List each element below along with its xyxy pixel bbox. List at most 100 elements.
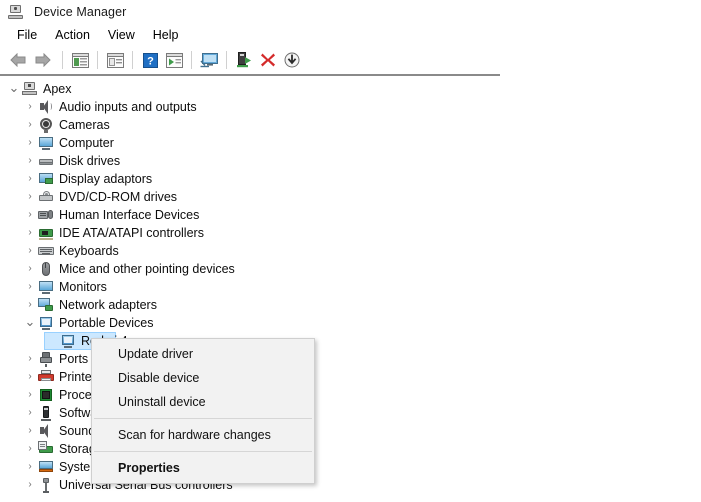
- back-arrow-icon: [9, 53, 25, 67]
- tree-item-label: Network adapters: [59, 297, 157, 312]
- tree-item[interactable]: › Network adapters: [0, 296, 701, 314]
- forward-button[interactable]: [30, 49, 54, 71]
- tree-item[interactable]: ⌄ Apex: [0, 80, 701, 98]
- show-hide-console-tree-button[interactable]: [68, 49, 92, 71]
- chevron-right-icon[interactable]: ›: [22, 261, 38, 277]
- ports-icon: [38, 351, 54, 367]
- tree-item[interactable]: › Mice and other pointing devices: [0, 260, 701, 278]
- chevron-right-icon[interactable]: ›: [22, 297, 38, 313]
- toolbar-separator-5: [226, 51, 227, 69]
- tree-item-label: Cameras: [59, 117, 110, 132]
- tree-item[interactable]: › Human Interface Devices: [0, 206, 701, 224]
- context-menu-item-update-driver[interactable]: Update driver: [92, 342, 314, 366]
- tree-item-label: Audio inputs and outputs: [59, 99, 197, 114]
- chevron-right-icon[interactable]: ›: [22, 225, 38, 241]
- tree-item-label: Computer: [59, 135, 114, 150]
- chevron-right-icon[interactable]: ›: [22, 153, 38, 169]
- chevron-right-icon[interactable]: ›: [22, 351, 38, 367]
- mouse-icon: [38, 261, 54, 277]
- context-menu[interactable]: Update driver Disable device Uninstall dev…: [91, 338, 315, 484]
- toolbar-separator-4: [191, 51, 192, 69]
- storage-controller-icon: [38, 441, 54, 457]
- window-title: Device Manager: [34, 5, 127, 19]
- tree-item-label: Apex: [43, 81, 72, 96]
- menu-action[interactable]: Action: [46, 26, 99, 45]
- monitor-icon: [38, 279, 54, 295]
- tree-item-label: DVD/CD-ROM drives: [59, 189, 178, 204]
- chevron-down-icon[interactable]: ⌄: [6, 79, 22, 95]
- properties-window-icon: [106, 52, 124, 68]
- chevron-down-icon[interactable]: ⌄: [22, 313, 38, 329]
- tree-item[interactable]: › Monitors: [0, 278, 701, 296]
- svg-text:?: ?: [147, 55, 154, 67]
- chevron-right-icon[interactable]: ›: [22, 99, 38, 115]
- chevron-right-icon[interactable]: ›: [22, 459, 38, 475]
- tree-item-label: Display adaptors: [59, 171, 153, 186]
- title-bar: Device Manager: [0, 0, 701, 24]
- menu-file[interactable]: File: [8, 26, 46, 45]
- scan-hardware-changes-button[interactable]: [280, 49, 304, 71]
- chevron-right-icon[interactable]: ›: [22, 279, 38, 295]
- tree-item[interactable]: › Computer: [0, 134, 701, 152]
- tree-item[interactable]: ⌄ Portable Devices: [0, 314, 701, 332]
- printer-icon: [38, 369, 54, 385]
- context-menu-item-uninstall-device[interactable]: Uninstall device: [92, 390, 314, 414]
- tree-item-label: Monitors: [59, 279, 107, 294]
- context-menu-item-disable-device[interactable]: Disable device: [92, 366, 314, 390]
- tree-item[interactable]: › IDE ATA/ATAPI controllers: [0, 224, 701, 242]
- context-menu-item-properties[interactable]: Properties: [92, 456, 314, 480]
- display-adapter-icon: [38, 171, 54, 187]
- dvd-drive-icon: [38, 189, 54, 205]
- context-menu-item-scan-for-hardware-changes[interactable]: Scan for hardware changes: [92, 423, 314, 447]
- tree-item-label: Mice and other pointing devices: [59, 261, 235, 276]
- menu-bar: File Action View Help: [0, 24, 701, 46]
- software-device-icon: [38, 405, 54, 421]
- toolbar-separator-1: [62, 51, 63, 69]
- chevron-right-icon[interactable]: ›: [22, 117, 38, 133]
- chevron-right-icon[interactable]: ›: [22, 243, 38, 259]
- help-question-icon: ?: [142, 52, 158, 68]
- help-button[interactable]: ?: [138, 49, 162, 71]
- tree-item-label: Human Interface Devices: [59, 207, 200, 222]
- chevron-right-icon[interactable]: ›: [22, 369, 38, 385]
- menu-help[interactable]: Help: [144, 26, 188, 45]
- scan-display-button[interactable]: [197, 49, 221, 71]
- chevron-right-icon[interactable]: ›: [22, 387, 38, 403]
- tree-item[interactable]: › Cameras: [0, 116, 701, 134]
- chevron-right-icon[interactable]: ›: [22, 171, 38, 187]
- portable-device-icon: [60, 333, 76, 349]
- chevron-right-icon[interactable]: ›: [22, 477, 38, 493]
- tree-item[interactable]: › Keyboards: [0, 242, 701, 260]
- usb-controller-icon: [38, 477, 54, 493]
- chevron-right-icon[interactable]: ›: [22, 207, 38, 223]
- red-x-icon: [261, 53, 275, 67]
- tree-item[interactable]: › Display adaptors: [0, 170, 701, 188]
- menu-separator: [94, 418, 312, 419]
- tree-item-label: IDE ATA/ATAPI controllers: [59, 225, 204, 240]
- device-manager-icon: [8, 4, 24, 20]
- toolbar-separator-3: [132, 51, 133, 69]
- monitor-icon: [38, 135, 54, 151]
- chevron-right-icon[interactable]: ›: [22, 423, 38, 439]
- sound-controller-icon: [38, 423, 54, 439]
- toolbar-bottom-rule: [0, 74, 500, 76]
- update-driver-button[interactable]: [232, 49, 256, 71]
- chevron-right-icon[interactable]: ›: [22, 405, 38, 421]
- chevron-right-icon[interactable]: ›: [22, 189, 38, 205]
- back-button[interactable]: [6, 49, 30, 71]
- tree-item[interactable]: › Disk drives: [0, 152, 701, 170]
- system-device-icon: [38, 459, 54, 475]
- chevron-right-icon[interactable]: ›: [22, 135, 38, 151]
- tree-item[interactable]: › DVD/CD-ROM drives: [0, 188, 701, 206]
- menu-view[interactable]: View: [99, 26, 144, 45]
- console-tree-icon: [71, 52, 89, 68]
- tree-item[interactable]: › Audio inputs and outputs: [0, 98, 701, 116]
- speaker-icon: [38, 99, 54, 115]
- network-adapter-icon: [38, 297, 54, 313]
- view-button[interactable]: [162, 49, 186, 71]
- chevron-right-icon[interactable]: ›: [22, 441, 38, 457]
- properties-button[interactable]: [103, 49, 127, 71]
- menu-separator: [94, 451, 312, 452]
- view-window-icon: [165, 52, 183, 68]
- uninstall-device-button[interactable]: [256, 49, 280, 71]
